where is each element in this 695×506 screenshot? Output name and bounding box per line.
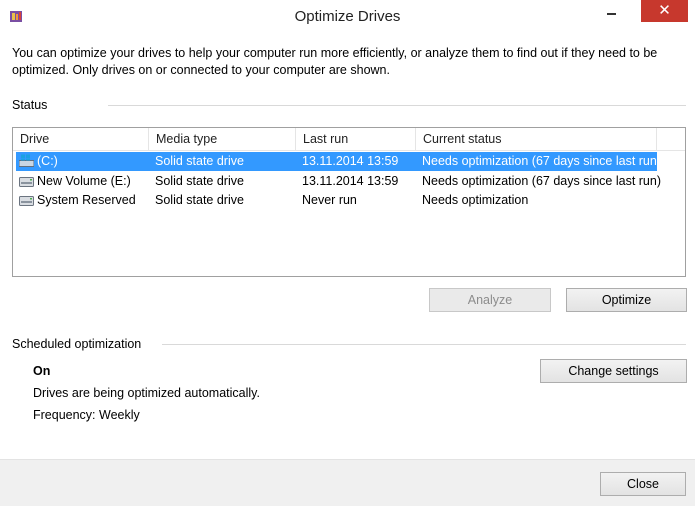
media-type: Solid state drive — [155, 154, 244, 168]
last-run: 13.11.2014 13:59 — [302, 174, 399, 188]
schedule-frequency: Frequency: Weekly — [33, 408, 140, 422]
schedule-description: Drives are being optimized automatically… — [33, 386, 260, 400]
status-divider — [108, 105, 686, 106]
drive-name: System Reserved — [37, 193, 136, 207]
media-type: Solid state drive — [155, 193, 244, 207]
drive-name: New Volume (E:) — [37, 174, 131, 188]
drive-row-e[interactable]: New Volume (E:) Solid state drive 13.11.… — [16, 172, 661, 191]
drive-row-c[interactable]: (C:) Solid state drive 13.11.2014 13:59 … — [16, 152, 661, 171]
drives-list-header: Drive Media type Last run Current status — [13, 128, 685, 151]
drive-row-system-reserved[interactable]: System Reserved Solid state drive Never … — [16, 191, 657, 210]
change-settings-button[interactable]: Change settings — [540, 359, 687, 383]
hard-drive-icon — [19, 196, 34, 206]
title-bar: Optimize Drives ✕ — [0, 0, 695, 32]
drive-name: (C:) — [37, 154, 58, 168]
current-status: Needs optimization — [422, 193, 529, 207]
scheduled-section-label: Scheduled optimization — [12, 337, 142, 351]
minimize-button[interactable] — [598, 0, 626, 22]
analyze-button[interactable]: Analyze — [429, 288, 551, 312]
hard-drive-icon — [19, 177, 34, 187]
schedule-state: On — [33, 364, 51, 378]
windows-drive-icon — [19, 154, 34, 167]
intro-text: You can optimize your drives to help you… — [12, 46, 658, 77]
media-type: Solid state drive — [155, 174, 244, 188]
current-status: Needs optimization (67 days since last r… — [422, 174, 662, 188]
column-header-last-run[interactable]: Last run — [296, 128, 416, 151]
column-header-drive[interactable]: Drive — [13, 128, 149, 151]
last-run: Never run — [302, 193, 357, 207]
dialog-footer: Close — [0, 459, 695, 506]
optimize-button[interactable]: Optimize — [566, 288, 687, 312]
column-header-media-type[interactable]: Media type — [149, 128, 296, 151]
last-run: 13.11.2014 13:59 — [302, 154, 399, 168]
window-title: Optimize Drives — [294, 8, 401, 25]
current-status: Needs optimization (67 days since last r… — [422, 154, 662, 168]
drives-list[interactable]: Drive Media type Last run Current status… — [12, 127, 686, 277]
status-section-label: Status — [12, 98, 48, 112]
window-close-button[interactable]: ✕ — [641, 0, 688, 22]
scheduled-divider — [162, 344, 686, 345]
close-button[interactable]: Close — [600, 472, 686, 496]
column-header-current-status[interactable]: Current status — [416, 128, 657, 151]
